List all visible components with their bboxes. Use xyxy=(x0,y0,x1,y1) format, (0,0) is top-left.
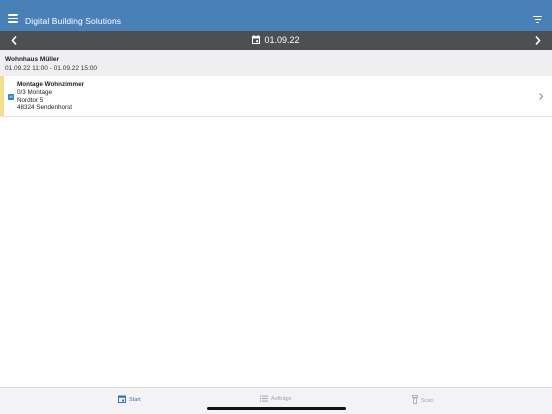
current-date: 01.09.22 xyxy=(264,35,300,45)
home-indicator[interactable] xyxy=(207,407,346,410)
tab-start-label: Start xyxy=(129,397,141,403)
tab-start[interactable]: Start xyxy=(118,395,141,403)
tab-scan-label: Scan xyxy=(421,398,434,404)
status-stripe xyxy=(0,76,4,116)
chevron-right-icon xyxy=(539,93,544,100)
tab-auftraege[interactable]: Aufträge xyxy=(260,395,292,402)
calendar-icon xyxy=(118,395,126,403)
tab-scan[interactable]: Scan xyxy=(412,395,434,404)
list-item[interactable]: M Montage Wohnzimmer 0/3 Montage Nordtor… xyxy=(0,76,552,117)
next-day-button[interactable] xyxy=(530,33,544,48)
list-icon xyxy=(260,395,268,402)
app-bar: Digital Building Solutions xyxy=(0,0,552,31)
chevron-right-icon xyxy=(535,35,541,46)
item-city: 48324 Sendenhorst xyxy=(17,104,72,112)
type-badge: M xyxy=(8,94,14,100)
date-navigation-bar: 01.09.22 xyxy=(0,31,552,50)
group-header: Wohnhaus Müller 01.09.22 11:00 - 01.09.2… xyxy=(0,50,552,76)
tab-auftraege-label: Aufträge xyxy=(271,396,292,402)
item-title: Montage Wohnzimmer xyxy=(17,81,85,88)
scanner-icon xyxy=(412,395,418,404)
app-title: Digital Building Solutions xyxy=(25,16,122,26)
item-progress: 0/3 Montage xyxy=(17,88,53,96)
item-street: Nordtor 5 xyxy=(17,96,44,104)
calendar-icon xyxy=(252,35,261,44)
date-picker[interactable]: 01.09.22 xyxy=(0,35,552,45)
group-time-range: 01.09.22 11:00 - 01.09.22 15:00 xyxy=(5,65,98,72)
filter-icon[interactable] xyxy=(533,16,542,24)
hamburger-menu-icon[interactable] xyxy=(8,14,18,23)
group-name: Wohnhaus Müller xyxy=(5,56,60,63)
